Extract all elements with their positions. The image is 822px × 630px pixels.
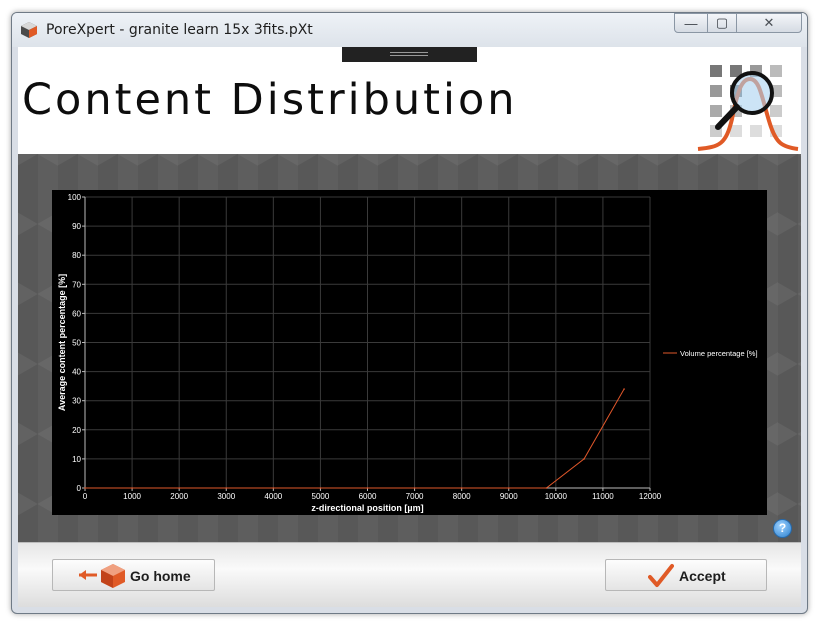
x-tick-label: 9000 <box>500 492 518 501</box>
y-tick-label: 100 <box>68 193 82 202</box>
y-tick-label: 40 <box>72 368 81 377</box>
go-home-label: Go home <box>130 568 191 584</box>
data-point <box>460 487 463 489</box>
x-tick-label: 3000 <box>217 492 235 501</box>
porexpert-app-icon <box>21 22 37 38</box>
x-tick-label: 1000 <box>123 492 141 501</box>
data-point <box>319 487 322 489</box>
data-point <box>413 487 416 489</box>
data-point <box>623 388 625 390</box>
page-title: Content Distribution <box>22 75 518 125</box>
client-area: Content Distribution 0 10 20 30 40 50 60 70 80 90… <box>18 47 801 607</box>
data-point <box>272 487 275 489</box>
home-arrow-icon <box>79 564 125 588</box>
go-home-button[interactable]: Go home <box>52 559 215 591</box>
x-tick-label: 7000 <box>406 492 424 501</box>
x-tick-label: 6000 <box>359 492 377 501</box>
checkmark-icon <box>648 564 674 587</box>
x-tick-label: 12000 <box>639 492 662 501</box>
y-tick-label: 10 <box>72 455 81 464</box>
x-tick-label: 11000 <box>592 492 614 501</box>
data-point <box>131 487 133 489</box>
x-tick-label: 8000 <box>453 492 471 501</box>
y-tick-label: 90 <box>72 222 81 231</box>
chart-area: 0 10 20 30 40 50 60 70 80 90 100 0 1000 2000 3000 4000 5… <box>52 190 767 515</box>
y-tick-label: 30 <box>72 397 81 406</box>
window-title: PoreXpert - granite learn 15x 3fits.pXt <box>46 22 313 38</box>
data-point <box>178 487 180 489</box>
data-point <box>366 487 369 489</box>
x-tick-label: 10000 <box>545 492 568 501</box>
data-point <box>583 458 585 460</box>
y-tick-label: 0 <box>77 484 82 493</box>
data-point <box>507 487 510 489</box>
y-axis-label: Average content percentage [%] <box>57 274 67 411</box>
x-axis-label: z-directional position [µm] <box>311 503 423 513</box>
y-tick-label: 50 <box>72 339 81 348</box>
content-panel: 0 10 20 30 40 50 60 70 80 90 100 0 1000 2000 3000 4000 5… <box>18 154 801 542</box>
title-bar[interactable]: PoreXpert - granite learn 15x 3fits.pXt … <box>12 13 807 47</box>
footer-bar: Go home Accept <box>18 542 801 607</box>
help-icon[interactable]: ? <box>773 519 792 538</box>
y-tick-label: 20 <box>72 426 81 435</box>
series-line-volume-percentage <box>85 388 625 489</box>
drawer-grip-handle[interactable] <box>342 47 477 62</box>
content-distribution-logo-icon <box>697 65 799 151</box>
legend-label: Volume percentage [%] <box>680 349 758 358</box>
x-tick-label: 2000 <box>170 492 188 501</box>
x-tick-label: 0 <box>83 492 88 501</box>
y-tick-label: 80 <box>72 251 81 260</box>
y-tick-label: 60 <box>72 309 81 318</box>
x-tick-label: 4000 <box>264 492 282 501</box>
maximize-button[interactable]: ▢ <box>707 13 737 33</box>
minimize-button[interactable]: — <box>674 13 708 33</box>
x-tick-label: 5000 <box>312 492 330 501</box>
accept-label: Accept <box>679 568 726 584</box>
app-window: PoreXpert - granite learn 15x 3fits.pXt … <box>11 12 808 614</box>
content-distribution-chart: 01020304050607080901000 1000 2000 3000 4000 5… <box>57 193 758 513</box>
accept-button[interactable]: Accept <box>605 559 767 591</box>
page-header: Content Distribution <box>18 47 801 154</box>
data-point <box>84 487 86 489</box>
data-point <box>545 487 548 489</box>
close-button[interactable]: ✕ <box>736 13 802 33</box>
y-tick-label: 70 <box>72 280 81 289</box>
data-point <box>225 487 228 489</box>
